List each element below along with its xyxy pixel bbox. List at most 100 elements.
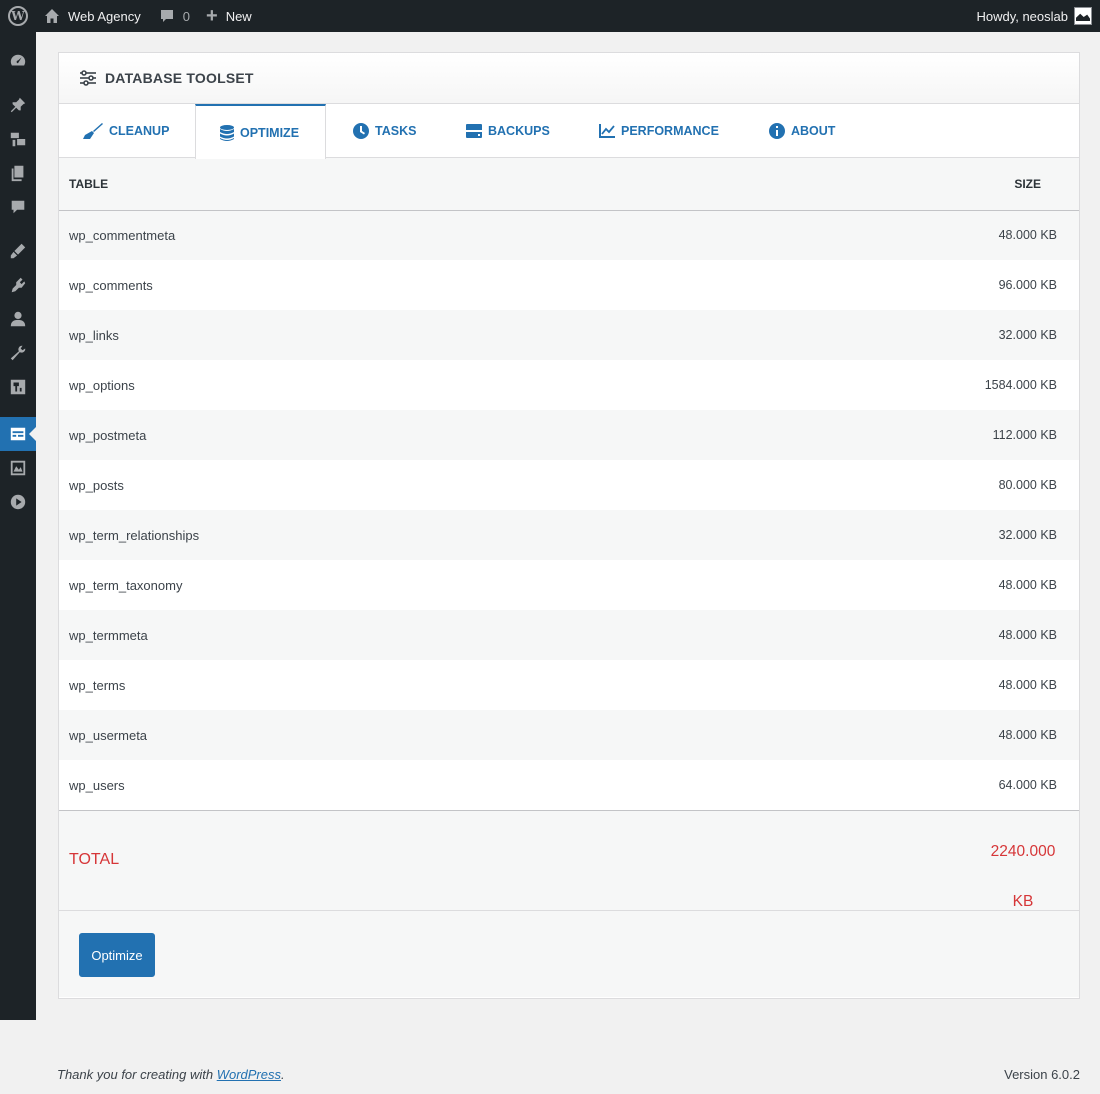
wordpress-link[interactable]: WordPress	[217, 1067, 281, 1082]
table-name-cell: wp_terms	[59, 660, 879, 710]
total-value: 2240.000	[990, 843, 1056, 860]
comments-link[interactable]: 0	[151, 0, 200, 32]
plugins-icon[interactable]	[0, 268, 36, 302]
appearance-icon[interactable]	[0, 234, 36, 268]
footer-thanks: Thank you for creating with WordPress.	[57, 1067, 285, 1082]
users-icon[interactable]	[0, 302, 36, 336]
tab-label: PERFORMANCE	[621, 124, 719, 138]
table-row: wp_postmeta 112.000 KB	[59, 410, 1079, 460]
table-body: wp_commentmeta 48.000 KB wp_comments 96.000…	[59, 210, 1079, 810]
table-row: wp_options 1584.000 KB	[59, 360, 1079, 410]
comments-count: 0	[182, 8, 190, 24]
table-row: wp_links 32.000 KB	[59, 310, 1079, 360]
tab-cleanup[interactable]: CLEANUP	[83, 104, 169, 158]
tab-bar: CLEANUP OPTIMIZE TASKS BACKUPS PERFORMAN…	[59, 104, 1079, 159]
drive-icon	[466, 124, 482, 138]
table-size-cell: 48.000 KB	[879, 710, 1079, 760]
media-icon[interactable]	[0, 122, 36, 156]
tab-label: TASKS	[375, 124, 417, 138]
table-size-cell: 32.000 KB	[879, 510, 1079, 560]
table-row: wp_terms 48.000 KB	[59, 660, 1079, 710]
tab-label: ABOUT	[791, 124, 836, 138]
table-size-cell: 48.000 KB	[879, 660, 1079, 710]
table-row: wp_posts 80.000 KB	[59, 460, 1079, 510]
avatar	[1074, 7, 1092, 25]
panel-header: DATABASE TOOLSET	[59, 53, 1079, 104]
footer-version: Version 6.0.2	[1004, 1067, 1080, 1082]
table-row: wp_users 64.000 KB	[59, 760, 1079, 810]
table-size-cell: 48.000 KB	[879, 610, 1079, 660]
total-row: TOTAL 2240.000 KB	[59, 810, 1079, 911]
table-size-cell: 96.000 KB	[879, 260, 1079, 310]
home-icon	[45, 9, 59, 23]
tab-optimize[interactable]: OPTIMIZE	[195, 104, 326, 159]
table-row: wp_term_relationships 32.000 KB	[59, 510, 1079, 560]
table-row: wp_commentmeta 48.000 KB	[59, 210, 1079, 260]
table-name-cell: wp_commentmeta	[59, 210, 879, 260]
footer-thanks-suffix: .	[281, 1067, 285, 1082]
tab-backups[interactable]: BACKUPS	[466, 104, 550, 158]
broom-icon	[83, 123, 103, 139]
table-name-cell: wp_termmeta	[59, 610, 879, 660]
pin-icon[interactable]	[0, 88, 36, 122]
panel-footer: Optimize	[59, 911, 1079, 997]
tab-about[interactable]: ABOUT	[769, 104, 835, 158]
table-size-cell: 48.000 KB	[879, 210, 1079, 260]
gallery-icon[interactable]	[0, 451, 36, 485]
table-name-cell: wp_links	[59, 310, 879, 360]
database-toolset-icon[interactable]	[0, 417, 36, 451]
table-name-cell: wp_term_taxonomy	[59, 560, 879, 610]
table-row: wp_usermeta 48.000 KB	[59, 710, 1079, 760]
clock-icon	[353, 123, 369, 139]
table-row: wp_termmeta 48.000 KB	[59, 610, 1079, 660]
optimize-button[interactable]: Optimize	[79, 933, 155, 977]
settings-icon[interactable]	[0, 370, 36, 404]
database-toolset-panel: DATABASE TOOLSET CLEANUP OPTIMIZE TASKS …	[58, 52, 1080, 999]
tab-tasks[interactable]: TASKS	[353, 104, 416, 158]
table-name-cell: wp_comments	[59, 260, 879, 310]
admin-bar: W Web Agency 0 + New Howdy, neoslab	[0, 0, 1100, 32]
tab-label: CLEANUP	[109, 124, 170, 138]
column-header-table: TABLE	[59, 158, 879, 211]
table-size-cell: 64.000 KB	[879, 760, 1079, 810]
total-label: TOTAL	[69, 851, 120, 868]
pages-icon[interactable]	[0, 156, 36, 190]
table-name-cell: wp_options	[59, 360, 879, 410]
plus-icon: +	[206, 5, 218, 27]
tab-performance[interactable]: PERFORMANCE	[599, 104, 719, 158]
tab-label: BACKUPS	[488, 124, 550, 138]
wordpress-logo-icon[interactable]: W	[0, 0, 36, 32]
table-size-cell: 1584.000 KB	[879, 360, 1079, 410]
dashboard-icon[interactable]	[0, 44, 36, 78]
site-name-link[interactable]: Web Agency	[36, 0, 151, 32]
new-content-link[interactable]: + New	[200, 0, 260, 32]
howdy-label: Howdy, neoslab	[976, 8, 1068, 24]
table-size-cell: 80.000 KB	[879, 460, 1079, 510]
footer-thanks-prefix: Thank you for creating with	[57, 1067, 217, 1082]
tools-icon[interactable]	[0, 336, 36, 370]
panel-title: DATABASE TOOLSET	[105, 70, 254, 86]
table-row: wp_term_taxonomy 48.000 KB	[59, 560, 1079, 610]
database-icon	[220, 124, 234, 141]
new-label: New	[225, 8, 252, 24]
info-icon	[769, 123, 785, 139]
table-name-cell: wp_usermeta	[59, 710, 879, 760]
table-size-cell: 112.000 KB	[879, 410, 1079, 460]
table-size-cell: 32.000 KB	[879, 310, 1079, 360]
site-name-label: Web Agency	[68, 8, 141, 24]
play-icon[interactable]	[0, 485, 36, 519]
table-name-cell: wp_term_relationships	[59, 510, 879, 560]
line-chart-icon	[599, 124, 615, 138]
table-header-row: TABLE SIZE	[59, 158, 1079, 211]
table-name-cell: wp_users	[59, 760, 879, 810]
my-account-link[interactable]: Howdy, neoslab	[976, 0, 1092, 32]
table-row: wp_comments 96.000 KB	[59, 260, 1079, 310]
table-name-cell: wp_posts	[59, 460, 879, 510]
comment-icon	[160, 10, 173, 22]
table-name-cell: wp_postmeta	[59, 410, 879, 460]
comments-icon[interactable]	[0, 190, 36, 224]
column-header-size: SIZE	[879, 158, 1079, 211]
admin-menu	[0, 32, 36, 1020]
tab-label: OPTIMIZE	[240, 125, 300, 140]
table-size-cell: 48.000 KB	[879, 560, 1079, 610]
